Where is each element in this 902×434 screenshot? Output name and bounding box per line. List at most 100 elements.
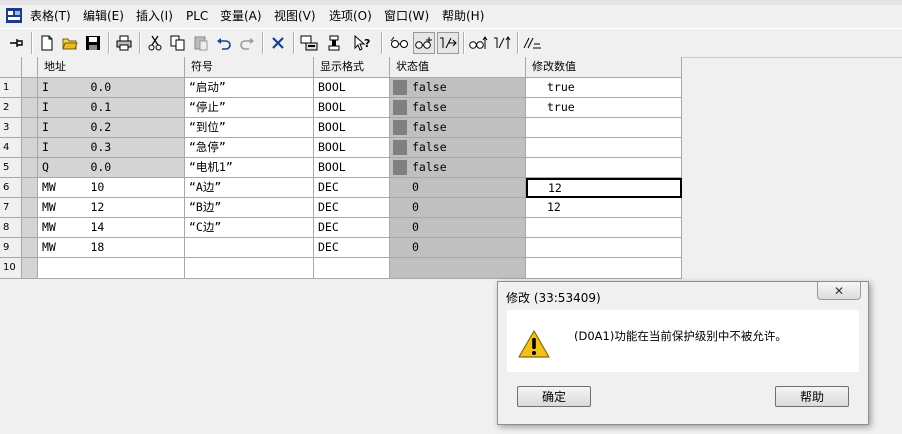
address-cell[interactable]: I 0.1: [38, 98, 185, 118]
open-folder-icon[interactable]: [59, 32, 81, 54]
symbol-cell[interactable]: [185, 258, 314, 279]
address-cell[interactable]: MW 18: [38, 238, 185, 258]
row-selector[interactable]: [22, 198, 38, 218]
menu-table[interactable]: 表格(T): [28, 8, 73, 24]
row-number[interactable]: 1: [0, 78, 22, 98]
address-cell[interactable]: I 0.0: [38, 78, 185, 98]
format-cell[interactable]: BOOL: [314, 158, 390, 178]
symbol-cell[interactable]: “C边”: [185, 218, 314, 238]
help-pointer-icon[interactable]: ?: [351, 32, 373, 54]
modify-value-cell[interactable]: [526, 158, 682, 178]
symbol-cell[interactable]: [185, 238, 314, 258]
help-button[interactable]: 帮助: [775, 386, 849, 407]
redo-icon[interactable]: [236, 32, 258, 54]
format-cell[interactable]: BOOL: [314, 98, 390, 118]
row-number[interactable]: 10: [0, 258, 22, 279]
row-number[interactable]: 8: [0, 218, 22, 238]
row-selector[interactable]: [22, 218, 38, 238]
address-cell[interactable]: MW 14: [38, 218, 185, 238]
menu-help[interactable]: 帮助(H): [440, 8, 486, 24]
menu-options[interactable]: 选项(O): [327, 8, 374, 24]
row-number[interactable]: 4: [0, 138, 22, 158]
row-number[interactable]: 9: [0, 238, 22, 258]
row-number[interactable]: 3: [0, 118, 22, 138]
format-cell[interactable]: BOOL: [314, 138, 390, 158]
modify-arrow-icon[interactable]: [491, 32, 513, 54]
row-number[interactable]: 7: [0, 198, 22, 218]
copy-icon[interactable]: [167, 32, 189, 54]
close-icon[interactable]: ✕: [817, 282, 861, 300]
symbol-cell[interactable]: “到位”: [185, 118, 314, 138]
row-selector[interactable]: [22, 98, 38, 118]
glasses-plus-icon[interactable]: [413, 32, 435, 54]
menu-window[interactable]: 窗口(W): [382, 8, 431, 24]
menu-variable[interactable]: 变量(A): [218, 8, 264, 24]
format-cell[interactable]: DEC: [314, 238, 390, 258]
symbol-cell[interactable]: “B边”: [185, 198, 314, 218]
row-selector[interactable]: [22, 118, 38, 138]
modify-value-cell[interactable]: [526, 258, 682, 279]
row-selector[interactable]: [22, 78, 38, 98]
status-value-cell: 0: [390, 178, 526, 198]
address-cell[interactable]: Q 0.0: [38, 158, 185, 178]
format-cell[interactable]: BOOL: [314, 78, 390, 98]
format-cell[interactable]: DEC: [314, 218, 390, 238]
format-cell[interactable]: DEC: [314, 178, 390, 198]
format-cell[interactable]: DEC: [314, 198, 390, 218]
modify-value-cell[interactable]: 12: [526, 198, 682, 218]
menu-view[interactable]: 视图(V): [272, 8, 318, 24]
address-cell[interactable]: [38, 258, 185, 279]
column-header-symbol[interactable]: 符号: [185, 57, 314, 78]
save-icon[interactable]: [82, 32, 104, 54]
glasses-icon[interactable]: [389, 32, 411, 54]
svg-text:?: ?: [364, 37, 370, 50]
address-cell[interactable]: I 0.3: [38, 138, 185, 158]
modify-value-cell-selected[interactable]: 12: [526, 178, 682, 198]
modify-value-cell[interactable]: [526, 118, 682, 138]
symbol-cell[interactable]: “电机1”: [185, 158, 314, 178]
row-number[interactable]: 2: [0, 98, 22, 118]
column-header-display-format[interactable]: 显示格式: [314, 57, 390, 78]
menu-edit[interactable]: 编辑(E): [81, 8, 126, 24]
delete-icon[interactable]: [267, 32, 289, 54]
address-cell[interactable]: MW 10: [38, 178, 185, 198]
paste-icon[interactable]: [190, 32, 212, 54]
print-icon[interactable]: [113, 32, 135, 54]
menu-plc[interactable]: PLC: [184, 8, 210, 24]
modify-variable-icon[interactable]: [437, 32, 459, 54]
modify-value-cell[interactable]: true: [526, 98, 682, 118]
new-file-icon[interactable]: [36, 32, 58, 54]
modify-value-cell[interactable]: [526, 238, 682, 258]
column-header-address[interactable]: 地址: [38, 57, 185, 78]
row-selector[interactable]: [22, 138, 38, 158]
glasses-arrow-icon[interactable]: [467, 32, 489, 54]
row-selector[interactable]: [22, 158, 38, 178]
address-cell[interactable]: I 0.2: [38, 118, 185, 138]
address-cell[interactable]: MW 12: [38, 198, 185, 218]
menu-insert[interactable]: 插入(I): [134, 8, 175, 24]
row-number[interactable]: 5: [0, 158, 22, 178]
trigger-icon[interactable]: [323, 32, 345, 54]
cut-icon[interactable]: [144, 32, 166, 54]
pin-icon[interactable]: [5, 32, 27, 54]
modify-value-cell[interactable]: [526, 218, 682, 238]
modify-value-cell[interactable]: [526, 138, 682, 158]
modify-value-cell[interactable]: true: [526, 78, 682, 98]
column-header-status-value[interactable]: 状态值: [390, 57, 526, 78]
table-corner-icon[interactable]: [22, 57, 38, 78]
row-selector[interactable]: [22, 238, 38, 258]
row-selector[interactable]: [22, 178, 38, 198]
row-number[interactable]: 6: [0, 178, 22, 198]
row-selector[interactable]: [22, 258, 38, 279]
plc-monitor-icon[interactable]: [298, 32, 320, 54]
symbol-cell[interactable]: “A边”: [185, 178, 314, 198]
symbol-cell[interactable]: “停止”: [185, 98, 314, 118]
format-cell[interactable]: BOOL: [314, 118, 390, 138]
force-icon[interactable]: [521, 32, 543, 54]
symbol-cell[interactable]: “急停”: [185, 138, 314, 158]
ok-button[interactable]: 确定: [517, 386, 591, 407]
undo-icon[interactable]: [213, 32, 235, 54]
format-cell[interactable]: [314, 258, 390, 279]
column-header-modify-value[interactable]: 修改数值: [526, 57, 682, 78]
symbol-cell[interactable]: “启动”: [185, 78, 314, 98]
